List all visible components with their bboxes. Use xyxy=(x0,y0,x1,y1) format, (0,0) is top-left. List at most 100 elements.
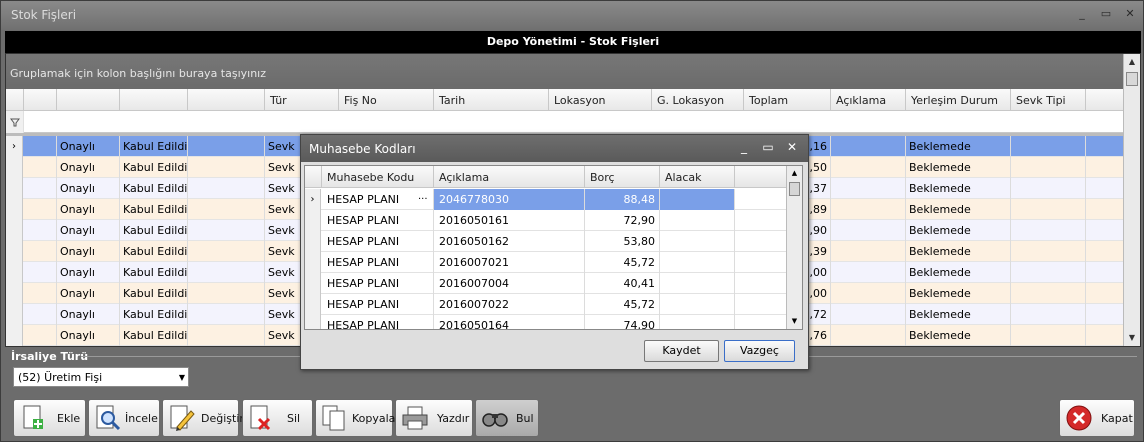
dialog-cell-aciklama[interactable]: 2016007022 xyxy=(434,294,585,315)
dialog-column-header-borc[interactable]: Borç xyxy=(585,166,660,188)
column-header-blank[interactable] xyxy=(188,89,265,111)
table-cell[interactable] xyxy=(1086,262,1124,283)
chevron-down-icon[interactable]: ▼ xyxy=(179,373,185,382)
dialog-column-header-kod[interactable]: Muhasebe Kodu xyxy=(322,166,434,188)
table-cell[interactable]: Onaylı xyxy=(57,220,120,241)
table-cell[interactable] xyxy=(188,220,265,241)
dialog-row-pointer-icon[interactable]: › xyxy=(305,189,321,210)
table-cell[interactable] xyxy=(1086,157,1124,178)
table-cell[interactable]: Beklemede xyxy=(906,157,1011,178)
dialog-scroll-thumb[interactable] xyxy=(789,182,800,196)
table-cell[interactable]: Onaylı xyxy=(57,241,120,262)
column-header-2[interactable] xyxy=(120,89,188,111)
dialog-cell-alacak[interactable] xyxy=(660,189,735,210)
table-cell[interactable] xyxy=(188,283,265,304)
dialog-row-indicator[interactable] xyxy=(305,294,321,315)
table-cell[interactable] xyxy=(1086,136,1124,157)
table-cell[interactable]: Beklemede xyxy=(906,220,1011,241)
table-cell[interactable]: Beklemede xyxy=(906,262,1011,283)
dialog-row-indicator[interactable] xyxy=(305,252,321,273)
column-header-g-lokasyon[interactable]: G. Lokasyon xyxy=(652,89,744,111)
table-cell[interactable] xyxy=(188,136,265,157)
ellipsis-button[interactable]: ··· xyxy=(418,189,428,210)
column-header-lokasyon[interactable]: Lokasyon xyxy=(549,89,652,111)
row-indicator[interactable] xyxy=(6,325,23,346)
table-cell[interactable] xyxy=(188,325,265,346)
table-cell[interactable] xyxy=(24,220,57,241)
table-cell[interactable]: Onaylı xyxy=(57,262,120,283)
row-indicator[interactable] xyxy=(6,241,23,262)
table-cell[interactable] xyxy=(1011,241,1086,262)
column-header-aciklama[interactable]: Açıklama xyxy=(831,89,906,111)
dialog-cell-kod[interactable]: HESAP PLANI xyxy=(322,252,434,273)
scroll-up-icon[interactable]: ▲ xyxy=(1124,54,1140,70)
find-button[interactable]: Bul xyxy=(475,399,539,437)
table-cell[interactable] xyxy=(1086,220,1124,241)
row-indicator[interactable] xyxy=(6,304,23,325)
column-header-tur[interactable]: Tür xyxy=(265,89,339,111)
dialog-vertical-scrollbar[interactable]: ▲ ▼ xyxy=(786,166,802,329)
table-cell[interactable] xyxy=(831,220,906,241)
grid-vertical-scrollbar[interactable]: ▲ ▼ xyxy=(1123,54,1140,346)
table-cell[interactable]: Beklemede xyxy=(906,283,1011,304)
table-cell[interactable]: Onaylı xyxy=(57,304,120,325)
table-cell[interactable] xyxy=(1086,241,1124,262)
column-header-0[interactable] xyxy=(24,89,57,111)
dialog-row-indicator[interactable] xyxy=(305,210,321,231)
table-cell[interactable] xyxy=(24,304,57,325)
table-cell[interactable] xyxy=(1086,283,1124,304)
dialog-cell-aciklama[interactable]: 2016050162 xyxy=(434,231,585,252)
table-cell[interactable] xyxy=(831,136,906,157)
table-cell[interactable] xyxy=(1011,304,1086,325)
table-cell[interactable] xyxy=(1086,304,1124,325)
row-indicator[interactable] xyxy=(6,178,23,199)
dialog-row-indicator[interactable] xyxy=(305,273,321,294)
dialog-cell-aciklama[interactable]: 2016007021 xyxy=(434,252,585,273)
table-cell[interactable] xyxy=(24,325,57,346)
row-indicator[interactable] xyxy=(6,199,23,220)
close-button[interactable]: Kapat xyxy=(1059,399,1135,437)
dialog-column-header-alacak[interactable]: Alacak xyxy=(660,166,735,188)
table-cell[interactable] xyxy=(1086,178,1124,199)
table-cell[interactable] xyxy=(24,178,57,199)
dialog-cell-alacak[interactable] xyxy=(660,231,735,252)
table-cell[interactable] xyxy=(188,157,265,178)
dialog-cell-borc[interactable]: 45,72 xyxy=(585,252,660,273)
save-button[interactable]: Kaydet xyxy=(644,340,719,362)
table-cell[interactable]: Beklemede xyxy=(906,136,1011,157)
dialog-cell-aciklama[interactable]: 2016007004 xyxy=(434,273,585,294)
dialog-cell-alacak[interactable] xyxy=(660,210,735,231)
dialog-cell-borc[interactable]: 74,90 xyxy=(585,315,660,329)
dialog-cell-borc[interactable]: 88,48 xyxy=(585,189,660,210)
table-cell[interactable]: Kabul Edildi xyxy=(120,157,188,178)
dialog-table-row[interactable]: HESAP PLANI 2016007004 40,41 xyxy=(305,273,787,294)
column-header-yerlesim[interactable]: Yerleşim Durum xyxy=(906,89,1011,111)
column-header-1[interactable] xyxy=(57,89,120,111)
delete-button[interactable]: Sil xyxy=(242,399,313,437)
dialog-table-row[interactable]: HESAP PLANI 2016050162 53,80 xyxy=(305,231,787,252)
dialog-scroll-up-icon[interactable]: ▲ xyxy=(787,166,802,180)
table-cell[interactable] xyxy=(188,304,265,325)
table-cell[interactable] xyxy=(831,199,906,220)
dialog-cell-aciklama[interactable]: 2046778030 xyxy=(434,189,585,210)
row-indicator[interactable] xyxy=(6,157,23,178)
table-cell[interactable]: Kabul Edildi xyxy=(120,178,188,199)
table-cell[interactable] xyxy=(24,199,57,220)
table-cell[interactable] xyxy=(1086,325,1124,346)
table-cell[interactable]: Kabul Edildi xyxy=(120,283,188,304)
table-cell[interactable] xyxy=(24,241,57,262)
row-pointer-icon[interactable]: › xyxy=(6,136,23,157)
row-indicator[interactable] xyxy=(6,262,23,283)
table-cell[interactable] xyxy=(1011,136,1086,157)
column-header-fis-no[interactable]: Fiş No xyxy=(339,89,434,111)
table-cell[interactable] xyxy=(831,157,906,178)
table-cell[interactable] xyxy=(188,262,265,283)
table-cell[interactable] xyxy=(24,283,57,304)
table-cell[interactable]: Beklemede xyxy=(906,304,1011,325)
table-cell[interactable]: Onaylı xyxy=(57,136,120,157)
dialog-cell-kod[interactable]: HESAP PLANI xyxy=(322,294,434,315)
table-cell[interactable] xyxy=(24,262,57,283)
table-cell[interactable] xyxy=(24,136,57,157)
dialog-cell-alacak[interactable] xyxy=(660,294,735,315)
table-cell[interactable]: Kabul Edildi xyxy=(120,136,188,157)
